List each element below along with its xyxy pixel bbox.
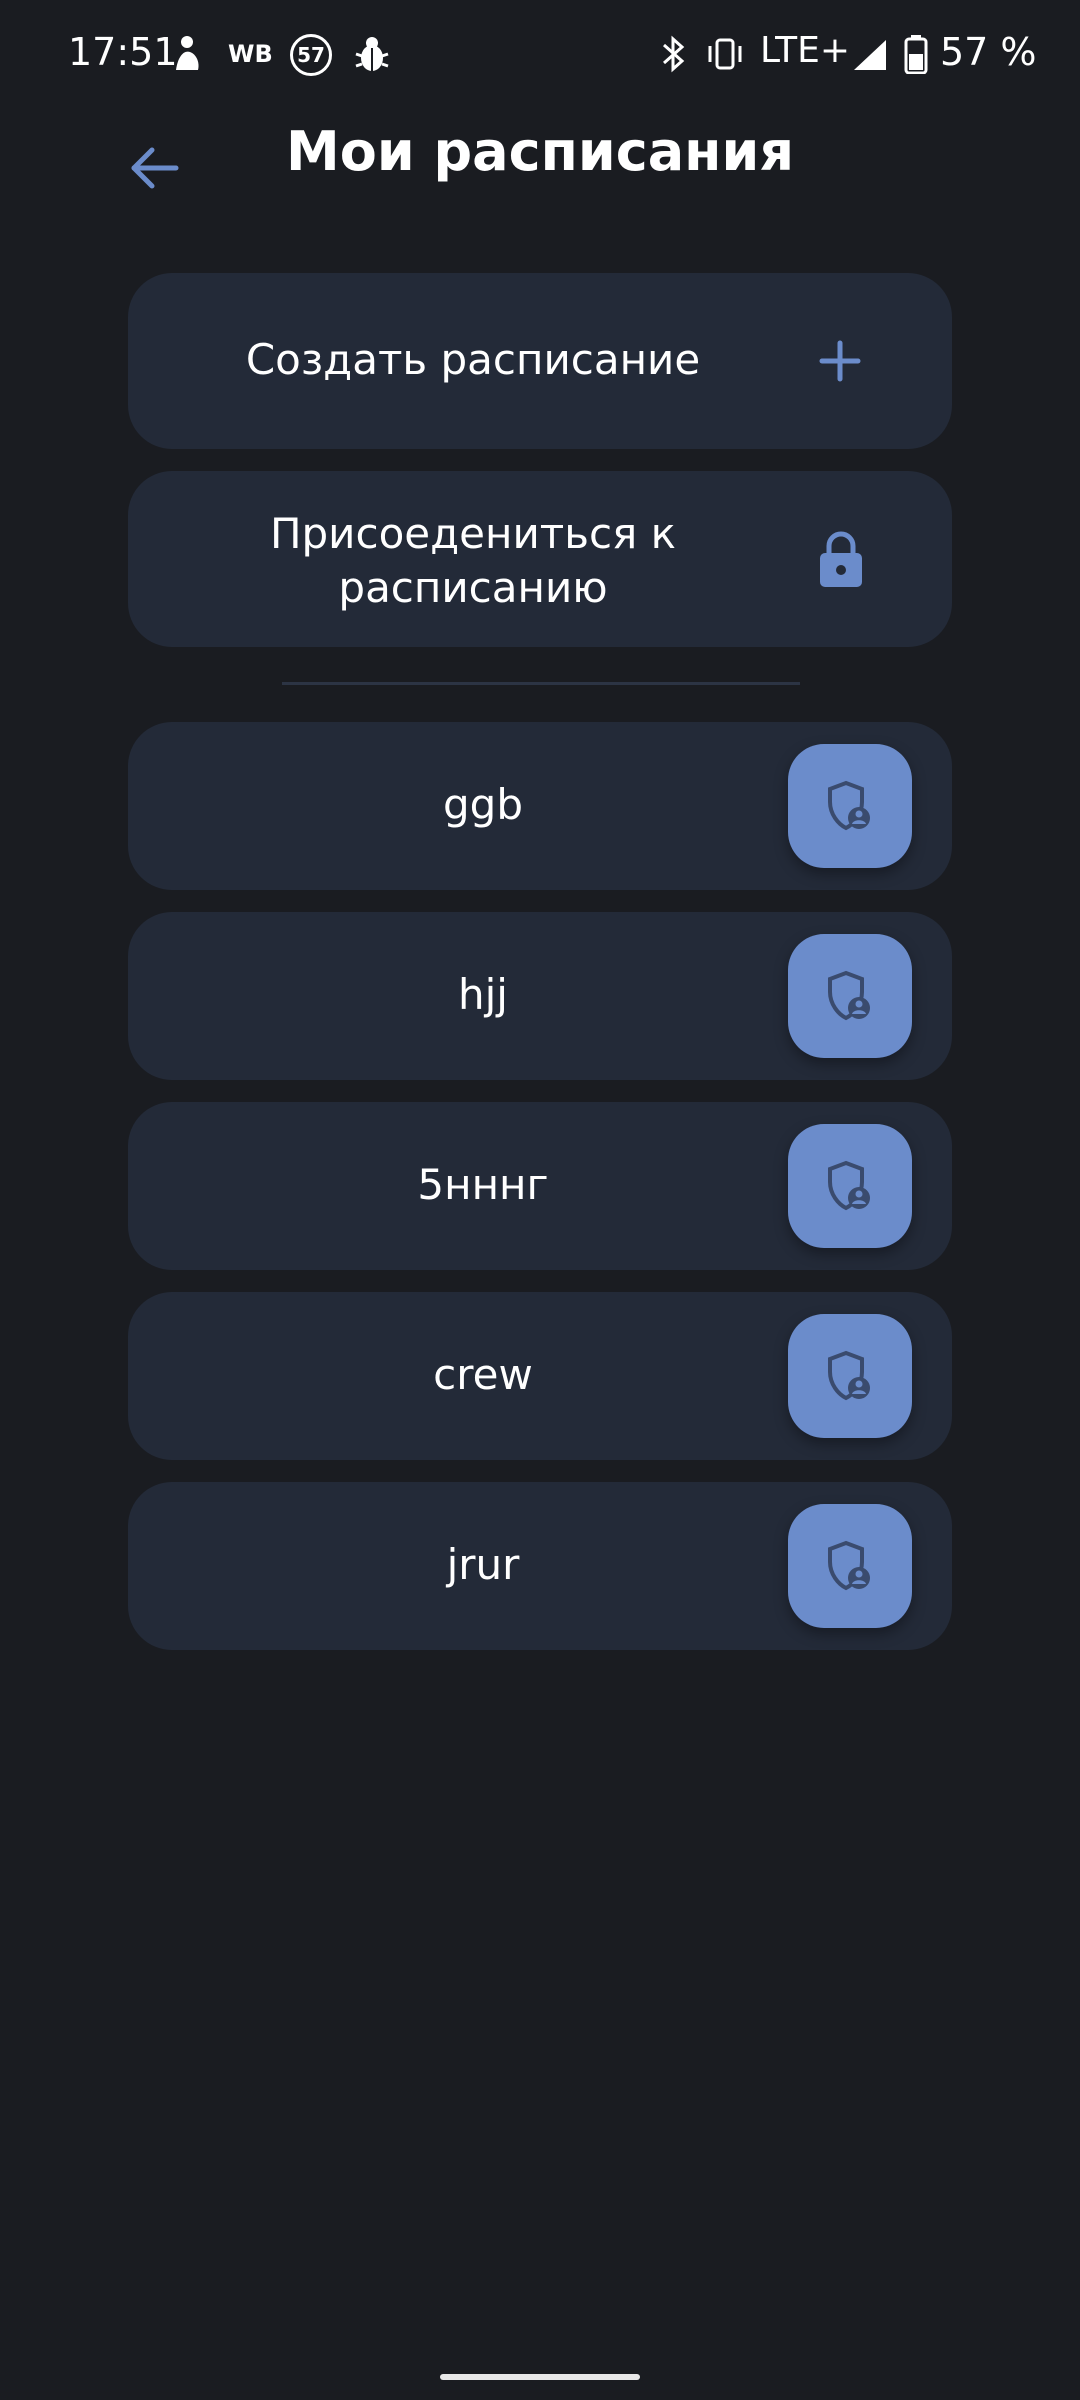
lock-icon bbox=[820, 531, 862, 587]
signal-icon bbox=[854, 40, 886, 70]
create-schedule-label: Создать расписание bbox=[245, 335, 701, 384]
schedule-access-button[interactable] bbox=[788, 934, 912, 1058]
status-bar: 17:51 WB 57 LTE+ 57 % bbox=[0, 0, 1080, 110]
schedule-access-button[interactable] bbox=[788, 1124, 912, 1248]
schedule-item[interactable]: crew bbox=[128, 1292, 952, 1460]
schedule-name: crew bbox=[433, 1350, 533, 1399]
schedule-access-button[interactable] bbox=[788, 1504, 912, 1628]
schedule-name: jrur bbox=[446, 1540, 520, 1589]
schedule-access-button[interactable] bbox=[788, 744, 912, 868]
admin-shield-icon bbox=[828, 780, 870, 831]
admin-shield-icon bbox=[828, 1540, 870, 1591]
home-indicator[interactable] bbox=[440, 2374, 640, 2380]
schedule-name: 5нннг bbox=[417, 1160, 549, 1209]
divider bbox=[282, 682, 800, 685]
plus-icon bbox=[819, 340, 861, 382]
vibrate-icon bbox=[708, 38, 742, 70]
schedule-access-button[interactable] bbox=[788, 1314, 912, 1438]
battery-percent: 57 % bbox=[940, 30, 1037, 74]
schedule-name: ggb bbox=[443, 780, 523, 829]
status-wb-icon: WB bbox=[228, 40, 273, 68]
app-notification-icon bbox=[176, 36, 199, 70]
admin-shield-icon bbox=[828, 1350, 870, 1401]
join-schedule-label: Присоедениться к расписанию bbox=[269, 509, 677, 612]
schedule-item[interactable]: ggb bbox=[128, 722, 952, 890]
bluetooth-icon bbox=[663, 35, 685, 73]
bug-icon bbox=[355, 37, 389, 71]
network-type: LTE+ bbox=[760, 30, 850, 71]
admin-shield-icon bbox=[828, 970, 870, 1021]
admin-shield-icon bbox=[828, 1160, 870, 1211]
status-time: 17:51 bbox=[68, 30, 178, 74]
schedule-item[interactable]: 5нннг bbox=[128, 1102, 952, 1270]
page-title: Мои расписания bbox=[286, 120, 794, 183]
create-schedule-button[interactable]: Создать расписание bbox=[128, 273, 952, 449]
status-badge-icon: 57 bbox=[290, 34, 332, 76]
schedule-name: hjj bbox=[458, 970, 508, 1019]
schedule-item[interactable]: hjj bbox=[128, 912, 952, 1080]
join-schedule-button[interactable]: Присоедениться к расписанию bbox=[128, 471, 952, 647]
battery-icon bbox=[904, 35, 928, 74]
schedule-item[interactable]: jrur bbox=[128, 1482, 952, 1650]
